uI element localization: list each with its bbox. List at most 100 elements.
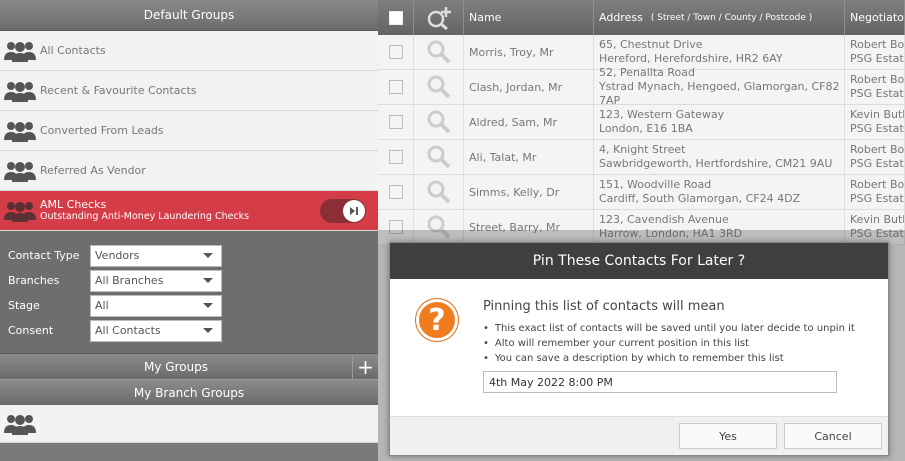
chevron-down-icon (203, 253, 213, 258)
group-label: Recent & Favourite Contacts (40, 84, 197, 97)
filters-panel: Contact Type Vendors Branches All Branch… (0, 231, 378, 353)
magnifier-icon[interactable] (426, 39, 452, 65)
active-group-text: AML Checks Outstanding Anti-Money Launde… (40, 197, 250, 223)
select-all-cell (378, 0, 414, 35)
negotiator-office: PSG Estates (850, 122, 904, 135)
contact-address: 65, Chestnut Drive Hereford, Herefordshir… (594, 35, 845, 69)
users-icon (0, 120, 40, 142)
question-icon: ? (416, 299, 458, 341)
magnifier-icon[interactable] (426, 179, 452, 205)
stage-select[interactable]: All (90, 294, 222, 317)
users-icon (0, 40, 40, 62)
chevron-down-icon (203, 278, 213, 283)
negotiator-name: Robert Bohe (850, 178, 905, 191)
address-line-2: Cardiff, South Glamorgan, CF24 4DZ (599, 192, 801, 205)
table-row[interactable]: Simms, Kelly, Dr 151, Woodville Road Card… (378, 175, 905, 210)
filter-branches: Branches All Branches (0, 268, 378, 293)
group-aml-checks[interactable]: AML Checks Outstanding Anti-Money Launde… (0, 191, 386, 231)
select-value: All Contacts (95, 324, 161, 337)
cancel-button[interactable]: Cancel (784, 423, 882, 449)
contact-name[interactable]: Clash, Jordan, Mr (464, 70, 594, 104)
active-group-title: AML Checks (40, 197, 107, 211)
negotiator-name: Kevin Butler (850, 213, 904, 226)
row-checkbox[interactable] (388, 115, 403, 129)
pin-contacts-dialog: Pin These Contacts For Later ? ? Pinning… (389, 242, 889, 456)
my-groups-label[interactable]: My Groups (0, 354, 352, 379)
contact-address: 52, Penallta Road Ystrad Mynach, Hengoed,… (594, 66, 845, 107)
negotiator-name: Robert Bohe (850, 143, 905, 156)
active-group-subtitle: Outstanding Anti-Money Laundering Checks (40, 210, 250, 222)
table-row[interactable]: Ali, Talat, Mr 4, Knight Street Sawbridge… (378, 140, 905, 175)
address-line-2: Sawbridgeworth, Hertfordshire, CM21 9AU (599, 157, 833, 170)
contact-name[interactable]: Morris, Troy, Mr (464, 35, 594, 69)
pin-toggle[interactable] (320, 199, 366, 223)
address-line-2: Hereford, Herefordshire, HR2 6AY (599, 52, 783, 65)
select-value: Vendors (95, 249, 140, 262)
default-groups-header: Default Groups (0, 0, 378, 31)
negotiator-column-header[interactable]: Negotiator (845, 0, 905, 35)
address-line-1: 123, Western Gateway (599, 108, 725, 121)
pin-toggle-knob[interactable] (343, 200, 365, 222)
magnifier-icon[interactable] (426, 109, 452, 135)
contact-negotiator: Kevin ButlerPSG Estates (845, 105, 905, 139)
bullet-item: You can save a description by which to r… (483, 351, 855, 366)
branches-select[interactable]: All Branches (90, 269, 222, 292)
users-icon (0, 413, 40, 435)
zoom-add-icon[interactable] (426, 6, 452, 30)
negotiator-office: PSG Estates (850, 192, 904, 205)
group-referred-as-vendor[interactable]: Referred As Vendor (0, 151, 378, 191)
chevron-down-icon (203, 303, 213, 308)
row-checkbox[interactable] (388, 185, 403, 199)
row-view-cell (414, 105, 464, 139)
row-checkbox[interactable] (388, 80, 403, 94)
table-row[interactable]: Aldred, Sam, Mr 123, Western Gateway Lond… (378, 105, 905, 140)
address-header-label: Address (599, 11, 643, 24)
add-group-button[interactable]: + (352, 354, 378, 379)
contact-address: 123, Western Gateway London, E16 1BA (594, 105, 845, 139)
bullet-item: This exact list of contacts will be save… (483, 321, 855, 336)
magnifier-icon[interactable] (426, 74, 452, 100)
filter-contact-type: Contact Type Vendors (0, 243, 378, 268)
table-row[interactable]: Clash, Jordan, Mr 52, Penallta Road Ystra… (378, 66, 905, 107)
address-line-2: Ystrad Mynach, Hengoed, Glamorgan, CF82 … (599, 80, 840, 107)
dialog-bullets: This exact list of contacts will be save… (483, 321, 855, 366)
chevron-down-icon (203, 328, 213, 333)
table-header: Name Address ( Street / Town / County / … (378, 0, 905, 35)
address-line-2: London, E16 1BA (599, 122, 693, 135)
dialog-body: ? Pinning this list of contacts will mea… (390, 279, 888, 417)
contact-name[interactable]: Simms, Kelly, Dr (464, 175, 594, 209)
group-label: All Contacts (40, 44, 106, 57)
my-branch-groups-header[interactable]: My Branch Groups (0, 379, 378, 405)
negotiator-name: Kevin Butler (850, 108, 904, 121)
filter-label: Contact Type (8, 249, 80, 262)
sidebar: Default Groups All Contacts Recent & Fav… (0, 0, 386, 461)
group-all-contacts[interactable]: All Contacts (0, 31, 378, 71)
contact-name[interactable]: Aldred, Sam, Mr (464, 105, 594, 139)
row-view-cell (414, 70, 464, 104)
negotiator-name: Robert Bohe (850, 73, 905, 86)
row-view-cell (414, 35, 464, 69)
branch-group-item[interactable] (0, 405, 378, 443)
view-header-cell (414, 0, 464, 35)
magnifier-icon[interactable] (426, 144, 452, 170)
row-check-cell (378, 70, 414, 104)
row-checkbox[interactable] (388, 150, 403, 164)
contact-type-select[interactable]: Vendors (90, 244, 222, 267)
contact-address: 4, Knight Street Sawbridgeworth, Hertford… (594, 140, 845, 174)
users-icon (0, 160, 40, 182)
address-column-header[interactable]: Address ( Street / Town / County / Postc… (594, 0, 845, 35)
consent-select[interactable]: All Contacts (90, 319, 222, 342)
yes-button[interactable]: Yes (679, 423, 777, 449)
group-converted-from-leads[interactable]: Converted From Leads (0, 111, 378, 151)
description-input[interactable]: 4th May 2022 8:00 PM (483, 371, 837, 393)
select-all-checkbox[interactable] (388, 10, 403, 25)
negotiator-office: PSG Estates (850, 157, 904, 170)
address-line-1: 4, Knight Street (599, 143, 686, 156)
contact-name[interactable]: Ali, Talat, Mr (464, 140, 594, 174)
name-column-header[interactable]: Name (464, 0, 594, 35)
table-row[interactable]: Morris, Troy, Mr 65, Chestnut Drive Heref… (378, 35, 905, 70)
address-line-1: 151, Woodville Road (599, 178, 712, 191)
row-checkbox[interactable] (388, 45, 403, 59)
group-label: Referred As Vendor (40, 164, 146, 177)
group-recent-favourite[interactable]: Recent & Favourite Contacts (0, 71, 378, 111)
